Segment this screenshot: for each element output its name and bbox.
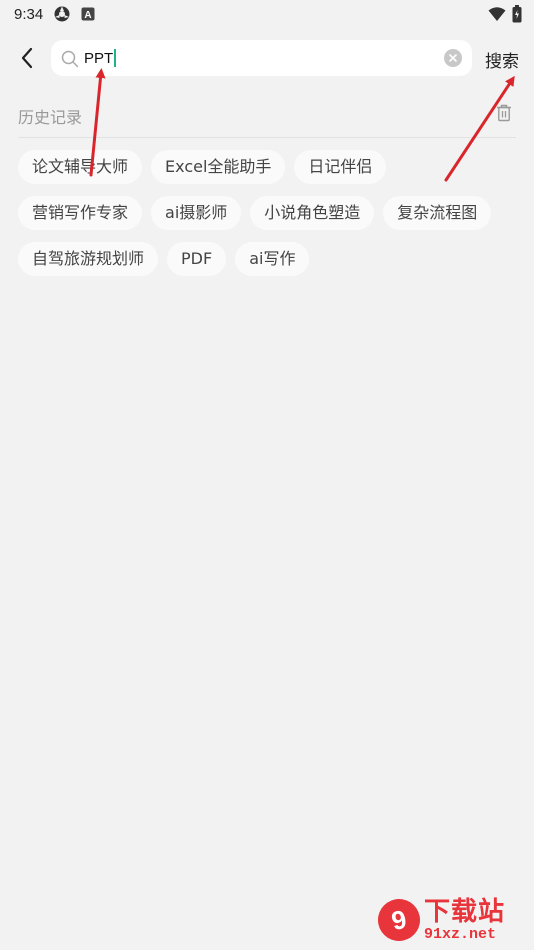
chevron-left-icon <box>21 47 33 69</box>
status-time: 9:34 <box>14 5 44 23</box>
history-chip[interactable]: Excel全能助手 <box>151 150 286 184</box>
history-chip[interactable]: 自驾旅游规划师 <box>18 242 159 276</box>
history-chip[interactable]: 论文辅导大师 <box>18 150 143 184</box>
history-chip[interactable]: 复杂流程图 <box>383 196 492 230</box>
history-title: 历史记录 <box>18 108 83 127</box>
search-button[interactable]: 搜索 <box>485 47 519 72</box>
watermark-url: 91xz.net <box>424 925 497 943</box>
history-chip-list: 论文辅导大师 Excel全能助手 日记伴侣 营销写作专家 ai摄影师 小说角色塑… <box>18 150 518 276</box>
search-box[interactable]: PPT <box>51 40 472 76</box>
trash-icon <box>497 104 511 122</box>
search-input-value: PPT <box>84 49 114 67</box>
history-header: 历史记录 <box>18 100 516 130</box>
close-icon <box>449 54 457 62</box>
watermark-brand: 下载站 <box>424 896 506 927</box>
battery-icon <box>512 5 522 27</box>
history-chip[interactable]: PDF <box>167 242 227 276</box>
history-divider <box>18 137 516 138</box>
back-button[interactable] <box>12 42 42 74</box>
history-chip[interactable]: ai摄影师 <box>151 196 242 230</box>
status-bar: 9:34 A <box>0 0 534 28</box>
a-box-icon: A <box>81 7 95 21</box>
history-chip[interactable]: 日记伴侣 <box>294 150 387 184</box>
search-input[interactable]: PPT <box>84 47 117 69</box>
clear-history-button[interactable] <box>496 104 514 124</box>
text-caret <box>114 49 117 67</box>
watermark-logo: 9 <box>374 895 424 945</box>
watermark: 9 下载站 91xz.net <box>374 894 528 946</box>
history-chip[interactable]: 小说角色塑造 <box>250 196 375 230</box>
search-icon <box>61 50 79 68</box>
annotation-arrows <box>89 68 515 182</box>
history-chip[interactable]: ai写作 <box>235 242 310 276</box>
svg-text:A: A <box>85 10 92 21</box>
sync-icon <box>53 5 71 23</box>
search-header: PPT 搜索 <box>0 38 534 78</box>
wifi-icon <box>488 6 506 26</box>
clear-button[interactable] <box>444 49 462 67</box>
history-chip[interactable]: 营销写作专家 <box>18 196 143 230</box>
